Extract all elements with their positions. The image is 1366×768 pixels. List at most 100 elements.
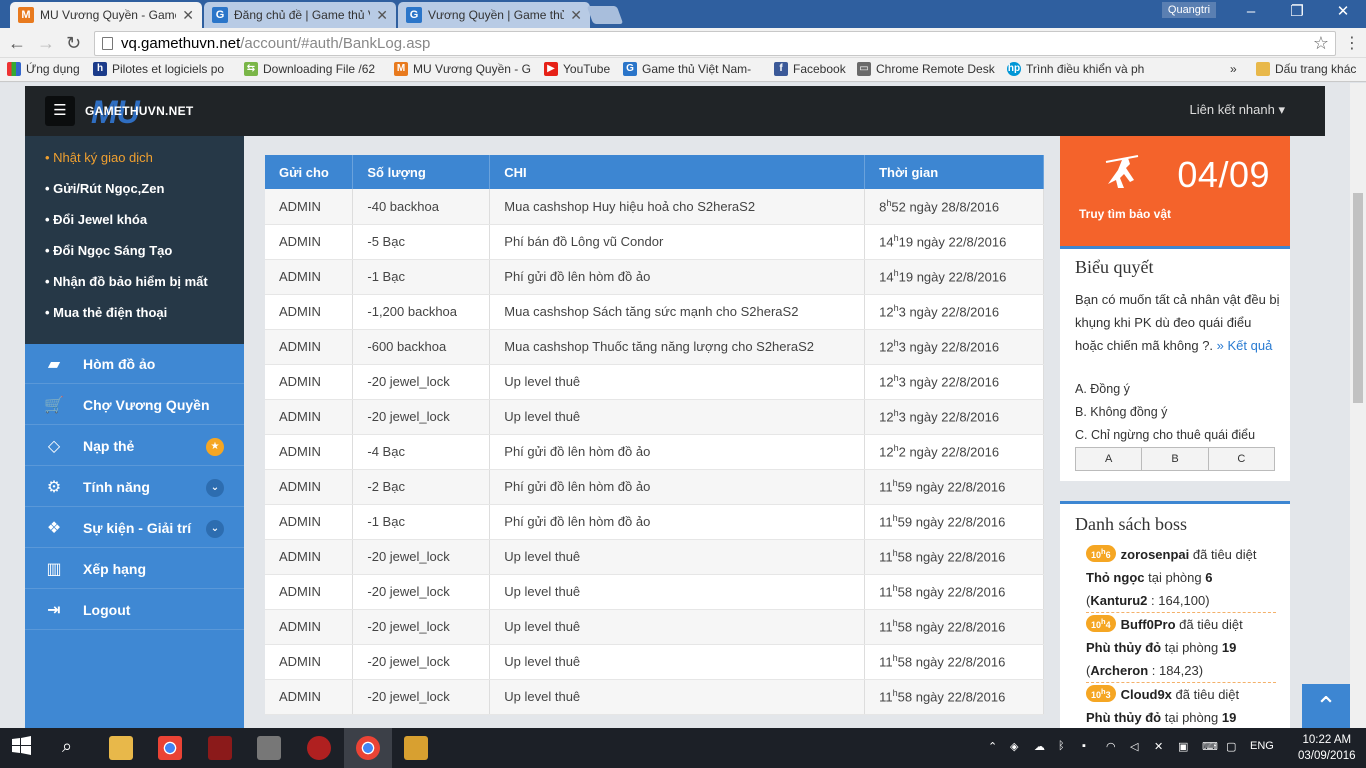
vote-b-button[interactable]: B — [1141, 447, 1209, 471]
page-scrollbar[interactable] — [1350, 83, 1366, 728]
chevron-down-icon: ⌄ — [206, 479, 224, 497]
sidebar-item-label: Sự kiện - Giải trí — [83, 519, 192, 536]
scrollbar-thumb[interactable] — [1353, 193, 1363, 403]
cell-description: Mua cashshop Thuốc tăng năng lượng cho S… — [489, 329, 866, 365]
sidebar-item-logout[interactable]: ⇥ Logout — [25, 590, 244, 630]
bookmark-facebook[interactable]: f Facebook — [774, 62, 846, 76]
message-icon[interactable]: ▢ — [1226, 740, 1236, 753]
bookmark-folder-other[interactable]: Dấu trang khác — [1256, 62, 1356, 76]
poll-option-a: A. Đồng ý — [1075, 382, 1130, 396]
sidebar-item-market[interactable]: 🛒 Chợ Vương Quyền — [25, 385, 244, 425]
reload-icon[interactable]: ↻ — [66, 33, 81, 53]
sidebar-item-topup[interactable]: ◇ Nạp thẻ ★ — [25, 426, 244, 466]
gamethu-favicon-icon: G — [406, 7, 422, 23]
submenu-phone-card[interactable]: • Mua thẻ điện thoại — [45, 305, 167, 320]
game-launcher-icon[interactable] — [307, 736, 331, 760]
notes-icon[interactable]: ▣ — [1178, 740, 1188, 753]
file-explorer-icon[interactable] — [109, 736, 133, 760]
minimize-icon[interactable]: – — [1228, 0, 1274, 24]
treasure-label: Truy tìm bảo vật — [1079, 207, 1172, 221]
bookmark-mu[interactable]: M MU Vương Quyền - G — [394, 62, 531, 76]
volume-icon[interactable]: ◁ — [1130, 740, 1138, 753]
cell-time: 12h2 ngày 22/8/2016 — [864, 434, 1044, 470]
close-tab-icon[interactable]: ✕ — [570, 7, 582, 24]
transaction-log-table: Gửi cho Số lượng CHI Thời gian ADMIN -40 … — [265, 155, 1044, 715]
keyboard-icon[interactable]: ⌨ — [1202, 740, 1218, 753]
bookmark-hp-pilotes[interactable]: h Pilotes et logiciels po — [93, 62, 224, 76]
forward-icon[interactable]: → — [37, 33, 55, 53]
sidebar-item-virtual-box[interactable]: ▰ Hòm đồ ảo — [25, 344, 244, 384]
boss-entry: 10h3 Cloud9x đã tiêu diệt Phù thủy đỏ tại… — [1086, 685, 1240, 725]
app-tray-icon[interactable]: ▪ — [1082, 740, 1086, 752]
bookmark-star-icon[interactable]: ☆ — [1313, 32, 1329, 55]
chrome-menu-icon[interactable]: ⋮ — [1344, 33, 1360, 53]
bookmark-youtube[interactable]: ▶ YouTube — [544, 62, 610, 76]
submenu-insurance[interactable]: • Nhận đồ bảo hiểm bị mất — [45, 274, 208, 289]
bookmark-chrome-remote[interactable]: ▭ Chrome Remote Desk — [857, 62, 995, 76]
treasure-hunt-widget[interactable]: 04/09 Truy tìm bảo vật — [1060, 136, 1290, 246]
bookmark-downloading[interactable]: ⇆ Downloading File /62 — [244, 62, 375, 76]
table-row: ADMIN -20 jewel_lock Up level thuê 12h3 ngà… — [265, 364, 1044, 400]
cell-time: 12h3 ngày 22/8/2016 — [864, 329, 1044, 365]
mu-game-icon[interactable] — [208, 736, 232, 760]
app-icon[interactable] — [257, 736, 281, 760]
maximize-icon[interactable]: ❐ — [1274, 0, 1320, 24]
bookmark-gamethu[interactable]: G Game thủ Việt Nam- — [623, 62, 751, 76]
address-bar[interactable]: vq.gamethuvn.net/account/#auth/BankLog.a… — [94, 31, 1336, 56]
new-tab-button[interactable] — [586, 6, 624, 24]
bluetooth-icon[interactable]: ᛒ — [1058, 740, 1065, 752]
tab-dang-chu-de[interactable]: G Đăng chủ đề | Game thủ V ✕ — [204, 2, 396, 28]
tab-mu-vuong-quyen[interactable]: M MU Vương Quyền - Game ✕ — [10, 2, 202, 28]
cell-time: 12h3 ngày 22/8/2016 — [864, 294, 1044, 330]
sidebar-item-events[interactable]: ❖ Sự kiện - Giải trí ⌄ — [25, 508, 244, 548]
chrome-active-task[interactable] — [344, 728, 392, 768]
cell-amount: -20 jewel_lock — [352, 574, 491, 610]
sidebar-item-ranking[interactable]: ▥ Xếp hạng — [25, 549, 244, 589]
language-indicator[interactable]: ENG — [1250, 740, 1274, 752]
bookmark-label: YouTube — [563, 62, 611, 76]
bookmark-hp-drivers[interactable]: hp Trình điều khiển và ph — [1007, 62, 1144, 76]
close-tab-icon[interactable]: ✕ — [182, 7, 194, 24]
clock-date: 03/09/2016 — [1298, 750, 1356, 762]
chrome-icon[interactable] — [158, 736, 182, 760]
bookmark-apps[interactable]: Ứng dụng — [7, 62, 80, 76]
table-row: ADMIN -600 backhoa Mua cashshop Thuốc tăng… — [265, 329, 1044, 365]
scroll-to-top-button[interactable]: ⌃ — [1302, 684, 1350, 728]
cell-description: Phí bán đồ Lông vũ Condor — [489, 224, 866, 260]
back-icon[interactable]: ← — [8, 33, 26, 53]
submenu-exchange-creation[interactable]: • Đổi Ngọc Sáng Tạo — [45, 243, 172, 258]
submenu-deposit-withdraw[interactable]: • Gửi/Rút Ngọc,Zen — [45, 181, 164, 196]
tab-vuong-quyen-gamethu[interactable]: G Vương Quyền | Game thủ ✕ — [398, 2, 590, 28]
paint-icon[interactable] — [404, 736, 428, 760]
site-logo[interactable]: MU GAMETHUVN.NET — [85, 94, 205, 130]
network-icon[interactable]: ◈ — [1010, 740, 1018, 753]
poll-results-link[interactable]: » Kết quả — [1217, 338, 1273, 353]
youtube-icon: ▶ — [544, 62, 558, 76]
hp-icon: h — [93, 62, 107, 76]
table-row: ADMIN -40 backhoa Mua cashshop Huy hiệu ho… — [265, 189, 1044, 225]
tab-title: MU Vương Quyền - Game — [40, 8, 177, 22]
vote-c-button[interactable]: C — [1207, 447, 1275, 471]
search-icon[interactable]: ⌕ — [62, 736, 86, 760]
account-submenu: • Nhật ký giao dịch • Gửi/Rút Ngọc,Zen •… — [25, 136, 244, 344]
submenu-transaction-log[interactable]: • Nhật ký giao dịch — [45, 150, 153, 165]
vote-a-button[interactable]: A — [1075, 447, 1143, 471]
submenu-exchange-jewel[interactable]: • Đổi Jewel khóa — [45, 212, 147, 227]
bookmarks-more[interactable]: » — [1230, 62, 1237, 76]
sidebar-item-features[interactable]: ⚙ Tính năng ⌄ — [25, 467, 244, 507]
tray-expand-icon[interactable]: ⌃ — [988, 740, 997, 753]
profile-name[interactable]: Quangtri — [1162, 2, 1216, 18]
window-close-icon[interactable]: ✕ — [1320, 0, 1366, 24]
hamburger-menu-icon[interactable]: ☰ — [45, 96, 75, 126]
windows-start-icon[interactable] — [12, 736, 34, 758]
quick-links-label: Liên kết nhanh — [1189, 102, 1275, 117]
system-clock[interactable]: 10:22 AM 03/09/2016 — [1298, 732, 1356, 764]
onedrive-icon[interactable]: ☁ — [1034, 740, 1045, 753]
wifi-icon[interactable]: ◠ — [1106, 740, 1116, 753]
close-tab-icon[interactable]: ✕ — [376, 7, 388, 24]
mute-icon[interactable]: ✕ — [1154, 740, 1163, 753]
mu-favicon-icon: M — [394, 62, 408, 76]
cell-recipient: ADMIN — [265, 224, 354, 260]
cell-time: 11h58 ngày 22/8/2016 — [864, 609, 1044, 645]
quick-links-dropdown[interactable]: Liên kết nhanh ▾ — [1190, 102, 1285, 118]
